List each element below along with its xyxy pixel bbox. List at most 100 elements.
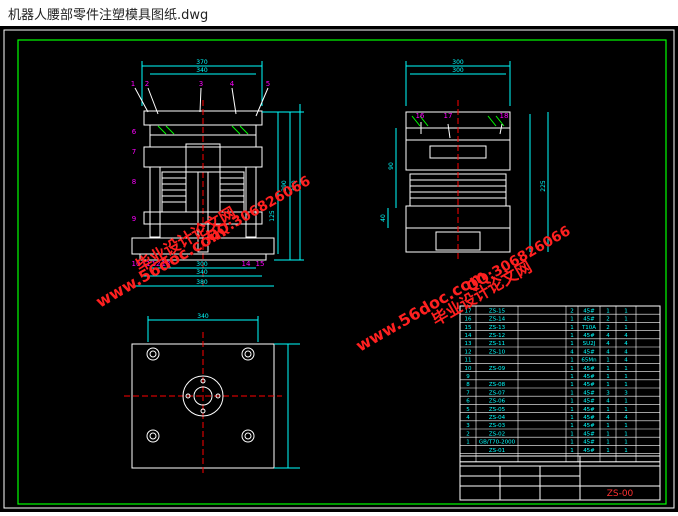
dim-front-bottom-b: 380	[196, 279, 208, 286]
bom-cell: 45#	[583, 333, 595, 339]
bom-cell: 13	[465, 341, 472, 347]
bom-cell: 1	[624, 308, 628, 314]
bom-cell: 45#	[583, 440, 595, 446]
bom-cell: 3	[466, 423, 470, 429]
bom-cell: ZS-03	[489, 423, 506, 429]
bom-cell: 1	[606, 423, 610, 429]
bom-cell: 1	[606, 366, 610, 372]
balloon-15: 15	[256, 260, 265, 268]
bom-cell: 2	[466, 431, 470, 437]
bom-cell: 1	[570, 341, 574, 347]
bom-cell: ZS-07	[489, 390, 506, 396]
title-bar: 机器人腰部零件注塑模具图纸.dwg	[0, 0, 678, 26]
bom-cell: 65Mn	[581, 358, 597, 364]
dim-side-top-outer: 300	[452, 59, 464, 66]
side-view	[387, 61, 549, 262]
bom-cell: 1	[570, 415, 574, 421]
cad-viewport[interactable]: 370 340 300 340 380 320 290 125 1 2 3 4 …	[0, 26, 678, 512]
bom-cell: ZS-02	[489, 431, 505, 437]
bom-cell: 1	[624, 440, 628, 446]
dim-side-b: 40	[380, 214, 387, 222]
dim-front-bottom-a: 340	[196, 269, 208, 276]
side-balloons: 16 17 18	[416, 112, 509, 120]
bom-cell: 45#	[583, 349, 595, 355]
bom-cell: 4	[606, 349, 610, 355]
dim-front-bottom-mid: 300	[196, 261, 208, 268]
bom-cell: 4	[624, 349, 628, 355]
drawing-border	[17, 39, 667, 505]
bom-cell: 45#	[583, 407, 595, 413]
bom-cell: 1	[570, 399, 574, 405]
bom-cell: 1	[624, 366, 628, 372]
bom-cell: 1	[624, 374, 628, 380]
window-title: 机器人腰部零件注塑模具图纸.dwg	[8, 8, 209, 23]
bom-cell: 1	[606, 308, 610, 314]
bom-cell: 1	[624, 423, 628, 429]
bom-cell: 4	[624, 333, 628, 339]
bom-cell: 4	[570, 349, 574, 355]
bom-cell: 45#	[583, 448, 595, 454]
bom-cell: 1	[570, 333, 574, 339]
bom-cell: 6	[466, 399, 470, 405]
dim-front-top-inner: 340	[196, 67, 208, 74]
bom-cell: 1	[606, 431, 610, 437]
balloon-2: 2	[145, 80, 149, 88]
bom-cell: 4	[624, 341, 628, 347]
bom-cell: 1	[570, 423, 574, 429]
bom-cell: 45#	[583, 366, 595, 372]
dim-plan-width: 340	[197, 313, 209, 320]
bom-cell: 11	[465, 358, 472, 364]
balloon-9: 9	[132, 215, 136, 223]
bom-cell: 4	[466, 415, 470, 421]
bom-cell: 15	[465, 325, 472, 331]
bom-cell: 2	[606, 325, 610, 331]
bom-cell: 16	[465, 317, 472, 323]
bom-cell: 1	[624, 431, 628, 437]
balloon-8: 8	[132, 178, 136, 186]
bom-cell: 7	[466, 390, 470, 396]
bom-cell: 1	[606, 358, 610, 364]
dim-side-height: 225	[540, 180, 547, 192]
bom-cell: 1	[570, 374, 574, 380]
bom-cell: 1	[624, 317, 628, 323]
bom-cell: 4	[624, 358, 628, 364]
bom-cell: 2	[570, 308, 574, 314]
bom-cell: ZS-06	[489, 399, 506, 405]
bom-cell: 1	[606, 382, 610, 388]
bom-cell: 45#	[583, 390, 595, 396]
bom-cell: 1	[570, 317, 574, 323]
bom-cell: 4	[606, 341, 610, 347]
bom-cell: 1	[624, 407, 628, 413]
bom-cell: 45#	[583, 415, 595, 421]
balloon-16: 16	[416, 112, 425, 120]
bom-cell: 3	[606, 390, 610, 396]
bom-cell: 1	[570, 440, 574, 446]
bom-cell: 45#	[583, 423, 595, 429]
bom-cell: 9	[466, 374, 470, 380]
bom-cell: 14	[465, 333, 472, 339]
bom-cell: ZS-11	[489, 341, 505, 347]
bom-cell: 12	[465, 349, 472, 355]
dim-side-a: 90	[388, 162, 395, 170]
bom-cell: 8	[466, 382, 470, 388]
bom-cell: ZS-04	[489, 415, 506, 421]
bom-cell: 1	[570, 358, 574, 364]
bom-cell: 45#	[583, 431, 595, 437]
bom-cell: SU2J	[583, 341, 596, 347]
bom-cell: 45#	[583, 308, 595, 314]
bom-cell: 1	[466, 440, 470, 446]
bom-cell: 3	[624, 390, 628, 396]
bom-cell: ZS-01	[489, 448, 505, 454]
bom-table: 17 ZS-15 2 45# 1 116 ZS-14 1 45# 2 115 ZS-13 1 T10A 2 1…	[459, 305, 661, 463]
bom-cell: 45#	[583, 382, 595, 388]
dim-side-top-inner: 300	[452, 67, 464, 74]
drawing-svg[interactable]: 370 340 300 340 380 320 290 125 1 2 3 4 …	[0, 26, 678, 512]
bom-cell: 1	[570, 325, 574, 331]
bom-cell: 45#	[583, 399, 595, 405]
bom-cell: 1	[624, 382, 628, 388]
bom-cell: 4	[606, 333, 610, 339]
balloon-14: 14	[242, 260, 251, 268]
bom-cell: ZS-12	[489, 333, 505, 339]
bom-cell: 1	[624, 399, 628, 405]
bom-cell: 4	[624, 415, 628, 421]
